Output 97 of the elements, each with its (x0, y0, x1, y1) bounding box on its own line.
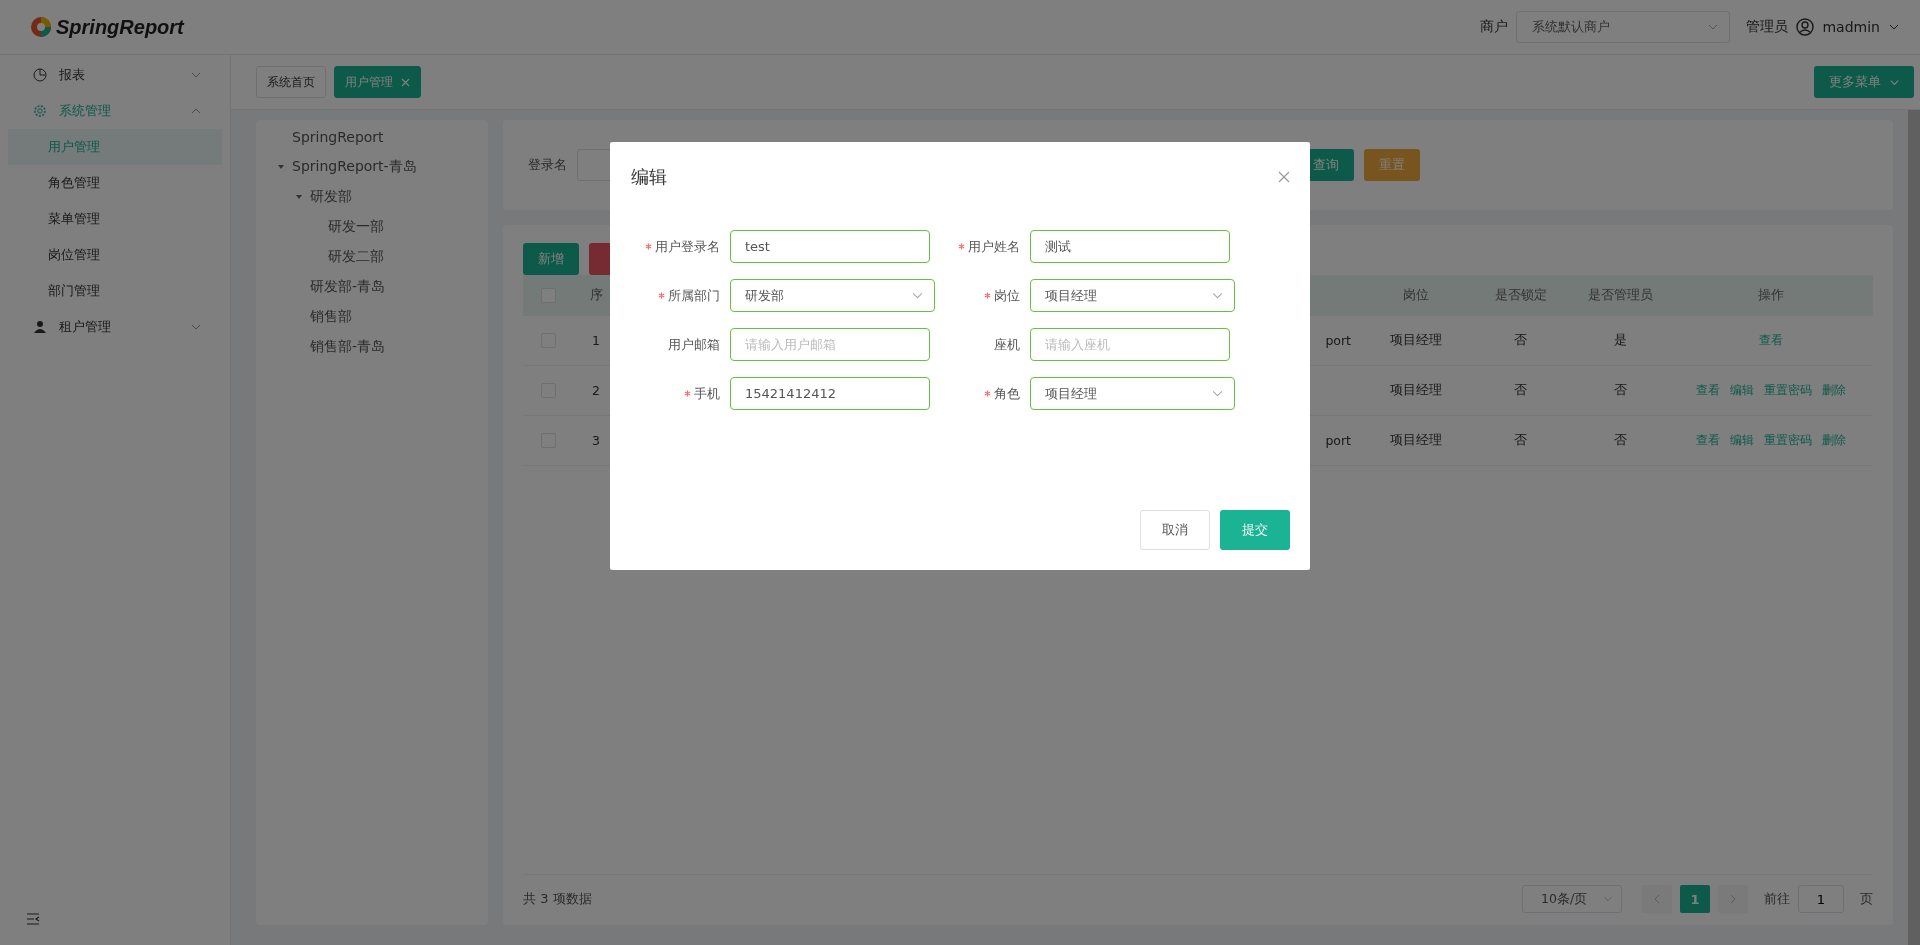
field-label: 所属部门 (668, 286, 720, 305)
field-label: 角色 (994, 384, 1020, 403)
input-field[interactable]: 测试 (1030, 230, 1230, 263)
user-icon (1796, 18, 1815, 36)
table-cell: 是 (1614, 332, 1627, 349)
select-field[interactable]: 项目经理 (1030, 279, 1235, 312)
required-icon (684, 390, 691, 397)
tree-node[interactable]: 销售部 (310, 308, 352, 326)
dialog-button[interactable]: 取消 (1140, 510, 1210, 550)
field-label: 登录名 (528, 156, 567, 174)
logo-icon (30, 16, 52, 38)
table-cell: 项目经理 (1389, 432, 1442, 449)
menu-item[interactable]: 部门管理 (8, 273, 222, 309)
table-cell: 2 (592, 383, 600, 398)
menu-item[interactable]: 岗位管理 (8, 237, 222, 273)
menu-item[interactable]: 用户管理 (8, 129, 222, 165)
role-label: 管理员 (1746, 18, 1789, 36)
total-count: 共 3 项数据 (523, 890, 593, 908)
column-header: 操作 (1756, 285, 1785, 304)
field-label: 座机 (994, 335, 1020, 354)
collapse-menu-icon[interactable] (26, 913, 40, 925)
page-tab[interactable]: 系统首页 (256, 66, 326, 98)
table-cell: 否 (1514, 332, 1527, 349)
table-cell: 1 (592, 333, 600, 348)
row-action-link[interactable]: 编辑 (1729, 432, 1754, 449)
table-cell: 否 (1514, 382, 1527, 399)
row-action-link[interactable]: 编辑 (1729, 382, 1754, 399)
input-field[interactable]: test (730, 230, 930, 263)
required-icon (984, 292, 991, 299)
merchant-select[interactable]: 系统默认商户 (1516, 11, 1731, 43)
select-field[interactable]: 研发部 (730, 279, 935, 312)
toolbar-button[interactable]: 新增 (523, 243, 579, 275)
menu-group[interactable]: 报表 (8, 57, 222, 93)
table-cell: 否 (1614, 382, 1627, 399)
page-size-select[interactable]: 10条/页 (1522, 885, 1622, 913)
field-label: 用户登录名 (655, 237, 720, 256)
table-cell: port (1325, 333, 1351, 348)
menu-item[interactable]: 菜单管理 (8, 201, 222, 237)
row-action-link[interactable]: 重置密码 (1763, 382, 1812, 399)
table-cell: 项目经理 (1389, 382, 1442, 399)
column-header: 序 (588, 285, 604, 304)
chevron-right-icon (1728, 894, 1738, 904)
tree-node[interactable]: 研发一部 (328, 218, 384, 236)
required-icon (958, 243, 965, 250)
column-header: 是否锁定 (1493, 285, 1548, 304)
input-field[interactable]: 请输入座机 (1030, 328, 1230, 361)
page-suffix: 页 (1860, 890, 1873, 908)
row-action-link[interactable]: 重置密码 (1763, 432, 1812, 449)
previous-page-button[interactable] (1642, 885, 1672, 913)
tree-node[interactable]: 销售部-青岛 (310, 338, 386, 356)
tree-node[interactable]: SpringReport (292, 129, 384, 145)
menu-item[interactable]: 角色管理 (8, 165, 222, 201)
person-icon (33, 320, 47, 334)
field-label: 手机 (694, 384, 720, 403)
row-action-link[interactable]: 查看 (1695, 432, 1720, 449)
tree-node[interactable]: 研发部 (310, 188, 352, 206)
table-cell: port (1325, 433, 1351, 448)
dialog-title: 编辑 (631, 165, 667, 189)
row-action-link[interactable]: 查看 (1758, 332, 1783, 349)
column-header: 是否管理员 (1587, 285, 1654, 304)
goto-label: 前往 (1764, 890, 1790, 908)
chevron-left-icon (1652, 894, 1662, 904)
user-menu[interactable]: madmin (1822, 19, 1880, 35)
app-logo: SpringReport (56, 15, 184, 39)
required-icon (645, 243, 652, 250)
menu-group[interactable]: 租户管理 (8, 309, 222, 345)
gear-icon (33, 104, 47, 118)
input-field[interactable]: 请输入用户邮箱 (730, 328, 930, 361)
tree-node[interactable]: 研发二部 (328, 248, 384, 266)
select-field[interactable]: 项目经理 (1030, 377, 1235, 410)
goto-page-field[interactable]: 1 (1798, 885, 1844, 913)
table-cell: 项目经理 (1389, 332, 1442, 349)
row-action-link[interactable]: 查看 (1695, 382, 1720, 399)
tree-node[interactable]: 研发部-青岛 (310, 278, 386, 296)
field-label: 岗位 (994, 286, 1020, 305)
table-cell: 否 (1614, 432, 1627, 449)
column-header: 岗位 (1401, 285, 1430, 304)
chevron-down-icon (1603, 894, 1613, 904)
page-number[interactable]: 1 (1680, 885, 1710, 913)
scrollbar[interactable] (1908, 110, 1920, 945)
tree-node[interactable]: SpringReport-青岛 (292, 158, 417, 176)
field-label: 用户邮箱 (668, 335, 720, 354)
row-action-link[interactable]: 删除 (1821, 432, 1846, 449)
table-cell: 3 (592, 433, 600, 448)
input-field[interactable]: 15421412412 (730, 377, 930, 410)
required-icon (984, 390, 991, 397)
clock-icon (33, 68, 47, 82)
merchant-label: 商户 (1480, 18, 1509, 36)
page-tab[interactable]: 用户管理 (334, 66, 421, 98)
row-action-link[interactable]: 删除 (1821, 382, 1846, 399)
table-cell: 否 (1514, 432, 1527, 449)
dialog-button[interactable]: 提交 (1220, 510, 1290, 550)
next-page-button[interactable] (1718, 885, 1748, 913)
menu-group[interactable]: 系统管理 (8, 93, 222, 129)
close-icon[interactable] (1278, 171, 1290, 183)
required-icon (658, 292, 665, 299)
field-label: 用户姓名 (968, 237, 1020, 256)
